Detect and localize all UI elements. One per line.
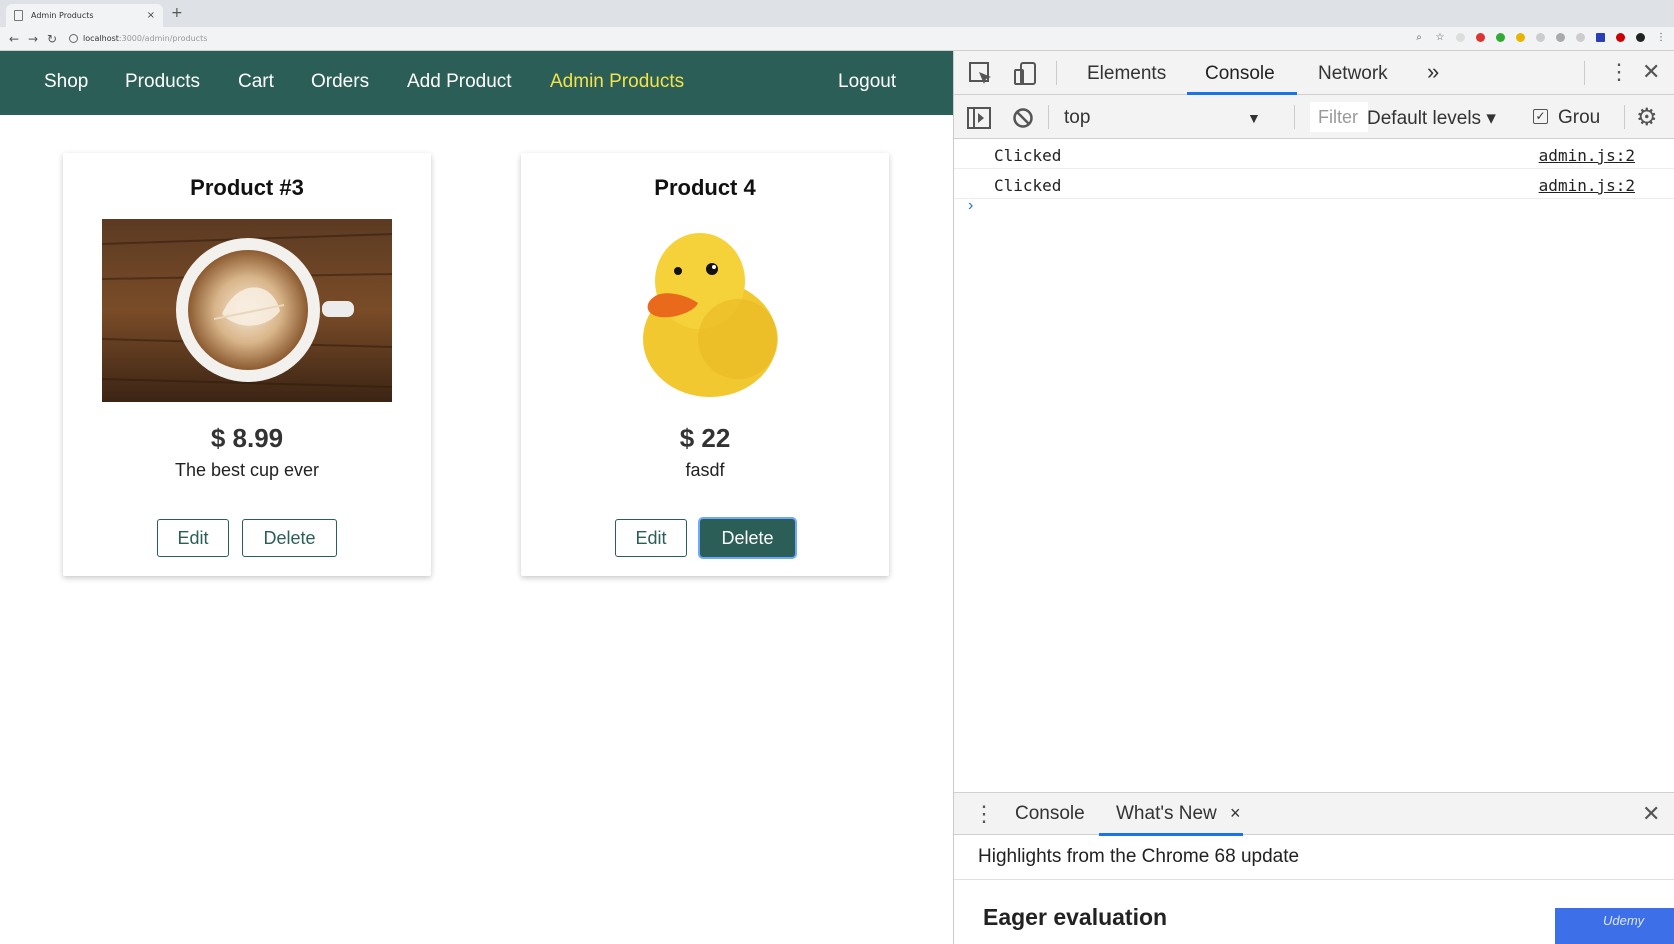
nav-products[interactable]: Products	[125, 71, 200, 93]
nav-add-product[interactable]: Add Product	[407, 71, 512, 93]
product-title: Product #3	[190, 175, 304, 200]
nav-admin-products[interactable]: Admin Products	[550, 71, 684, 93]
filter-input[interactable]: Filter	[1310, 102, 1368, 132]
url-host: localhost	[83, 34, 119, 43]
address-bar[interactable]: localhost:3000/admin/products	[69, 34, 207, 43]
bookmark-star-icon[interactable]: ☆	[1435, 32, 1445, 43]
divider	[1584, 61, 1585, 85]
extension-icon[interactable]	[1616, 33, 1625, 42]
whats-new-heading: Highlights from the Chrome 68 update	[978, 846, 1300, 867]
product-card: Product #3 $ 8.99 The best cup ever Edit…	[63, 153, 431, 576]
inspect-element-icon[interactable]	[968, 61, 994, 87]
tab-network[interactable]: Network	[1318, 63, 1388, 85]
extension-icon[interactable]	[1456, 33, 1465, 42]
extension-icon[interactable]	[1536, 33, 1545, 42]
close-icon[interactable]: ✕	[1642, 59, 1660, 85]
browser-toolbar: ← → ↻ localhost:3000/admin/products ⌕ ☆ …	[0, 27, 1674, 51]
page-icon	[14, 10, 23, 21]
chevron-down-icon[interactable]: ▼	[1247, 110, 1261, 126]
feature-title: Eager evaluation	[983, 904, 1168, 930]
delete-button[interactable]: Delete	[242, 519, 337, 557]
edit-button[interactable]: Edit	[615, 519, 687, 557]
gear-icon[interactable]: ⚙	[1636, 103, 1658, 132]
divider	[1048, 105, 1049, 129]
log-message: Clicked	[994, 146, 1062, 165]
tab-elements[interactable]: Elements	[1087, 63, 1166, 85]
edit-button[interactable]: Edit	[157, 519, 229, 557]
tab-console[interactable]: Console	[1205, 63, 1275, 85]
url-path: :3000/admin/products	[118, 34, 208, 43]
reload-icon[interactable]: ↻	[47, 32, 57, 46]
extension-icon[interactable]	[1476, 33, 1485, 42]
product-price: $ 22	[679, 423, 731, 453]
menu-icon[interactable]: ⋮	[1656, 32, 1666, 43]
nav-logout[interactable]: Logout	[838, 71, 896, 93]
console-log-row: Clicked admin.js:2	[954, 169, 1674, 199]
drawer-tabbar: ⋮ Console What's New × ✕	[954, 792, 1674, 836]
new-tab-button[interactable]: +	[171, 5, 183, 21]
group-similar-label: Grou	[1558, 107, 1601, 128]
extension-icon[interactable]	[1576, 33, 1585, 42]
context-select[interactable]: top	[1064, 107, 1090, 129]
watermark-logo: Udemy	[1555, 908, 1674, 944]
product-actions: Edit Delete	[521, 519, 889, 557]
info-icon[interactable]	[69, 34, 78, 43]
clear-console-icon[interactable]	[1012, 107, 1034, 129]
zoom-icon[interactable]: ⌕	[1414, 32, 1424, 43]
extensions: ⌕ ☆ ⋮	[1414, 32, 1666, 43]
close-tab-icon[interactable]: ×	[1230, 803, 1241, 824]
active-tab-indicator	[1099, 833, 1243, 836]
log-source-link[interactable]: admin.js:2	[1539, 176, 1635, 195]
extension-icon[interactable]	[1596, 33, 1605, 42]
log-levels-select[interactable]: Default levels ▾	[1367, 107, 1496, 130]
divider	[1294, 105, 1295, 129]
tab-close-icon[interactable]: ×	[147, 10, 155, 21]
product-image-coffee-cup	[102, 219, 392, 402]
group-similar-checkbox[interactable]: ✓	[1533, 109, 1548, 124]
extension-icon[interactable]	[1556, 33, 1565, 42]
extension-icon[interactable]	[1496, 33, 1505, 42]
devtools-tabbar: Elements Console Network » ⋮ ✕	[954, 51, 1674, 95]
divider	[954, 879, 1674, 880]
nav-shop[interactable]: Shop	[44, 71, 88, 93]
log-source-link[interactable]: admin.js:2	[1539, 146, 1635, 165]
product-description: The best cup ever	[174, 460, 320, 480]
back-icon[interactable]: ←	[9, 32, 19, 46]
devtools-panel: Elements Console Network » ⋮ ✕ top ▼ Fil…	[953, 51, 1674, 944]
extension-icon[interactable]	[1516, 33, 1525, 42]
drawer-tab-whats-new[interactable]: What's New	[1116, 803, 1217, 825]
browser-tab[interactable]: Admin Products ×	[6, 4, 163, 27]
drawer-tab-console[interactable]: Console	[1015, 803, 1085, 825]
product-description: fasdf	[685, 460, 725, 480]
browser-tabstrip: Admin Products × +	[0, 0, 1674, 27]
delete-button[interactable]: Delete	[700, 519, 795, 557]
product-price: $ 8.99	[210, 423, 284, 453]
profile-avatar[interactable]	[1636, 33, 1645, 42]
app-page: Shop Products Cart Orders Add Product Ad…	[0, 51, 953, 944]
log-message: Clicked	[994, 176, 1062, 195]
close-drawer-icon[interactable]: ✕	[1642, 801, 1660, 827]
kebab-menu-icon[interactable]: ⋮	[1608, 59, 1630, 85]
product-title: Product 4	[654, 175, 756, 200]
product-card: Product 4 $ 22 fasdf Edit Delete	[521, 153, 889, 576]
divider	[1624, 105, 1625, 129]
nav-cart[interactable]: Cart	[238, 71, 274, 93]
drawer-menu-icon[interactable]: ⋮	[973, 801, 995, 827]
product-image-rubber-duck	[643, 233, 778, 397]
console-filterbar: top ▼ Filter Default levels ▾ ✓ Grou ⚙	[954, 95, 1674, 139]
divider	[1056, 61, 1057, 85]
device-toolbar-icon[interactable]	[1012, 61, 1038, 87]
more-tabs-icon[interactable]: »	[1427, 59, 1439, 85]
console-log-row: Clicked admin.js:2	[954, 139, 1674, 169]
product-actions: Edit Delete	[63, 519, 431, 557]
main-nav: Shop Products Cart Orders Add Product Ad…	[0, 51, 953, 115]
nav-orders[interactable]: Orders	[311, 71, 369, 93]
sidebar-toggle-icon[interactable]	[967, 107, 991, 129]
forward-icon[interactable]: →	[28, 32, 38, 46]
console-prompt[interactable]: ›	[968, 197, 973, 215]
tab-title: Admin Products	[31, 11, 94, 20]
